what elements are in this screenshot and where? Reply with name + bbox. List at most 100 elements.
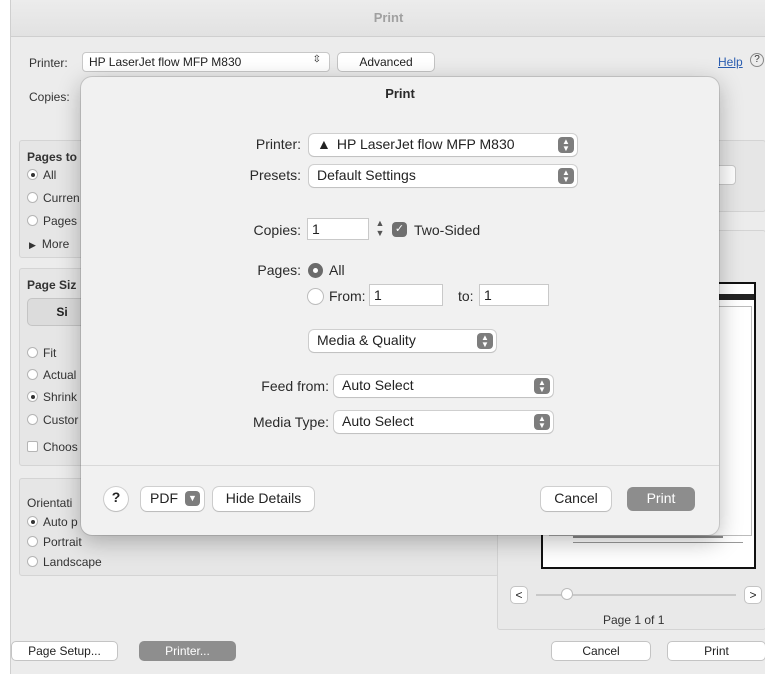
radio-label: Portrait — [43, 535, 82, 549]
radio-label: Actual — [43, 368, 77, 382]
printer-label: Printer: — [29, 56, 68, 70]
chevron-updown-icon: ▲ ▼ — [558, 168, 574, 184]
sizing-fit-radio[interactable]: Fit — [27, 346, 56, 360]
radio-label: Pages — [43, 214, 78, 228]
pages-from-field[interactable]: 1 — [369, 284, 443, 306]
preview-text-line — [573, 536, 723, 538]
printer-popup-value: HP LaserJet flow MFP M830 — [336, 136, 515, 152]
pages-label: Pages: — [257, 262, 301, 278]
media-type-popup-value: Auto Select — [342, 413, 414, 429]
warning-icon: ▲ — [317, 136, 331, 152]
pdf-button[interactable]: PDF ▼ — [141, 487, 204, 511]
page-slider-knob[interactable] — [561, 588, 573, 600]
sizing-actual-radio[interactable]: Actual — [27, 368, 76, 382]
bg-print-button[interactable]: Print — [667, 641, 765, 661]
presets-popup[interactable]: Default Settings ▲ ▼ — [309, 165, 577, 187]
pages-current-radio[interactable]: Curren — [27, 191, 80, 205]
page-indicator: Page 1 of 1 — [603, 613, 665, 627]
radio-icon — [27, 556, 38, 567]
cancel-button[interactable]: Cancel — [541, 487, 611, 511]
bg-cancel-button[interactable]: Cancel — [551, 641, 651, 661]
pages-from-radio[interactable] — [308, 289, 323, 304]
pages-all-radio[interactable]: All — [27, 168, 56, 182]
two-sided-label: Two-Sided — [414, 222, 481, 238]
radio-label: Curren — [43, 191, 80, 205]
section-popup-value: Media & Quality — [317, 332, 416, 348]
two-sided-checkbox[interactable]: ✓ — [392, 222, 407, 237]
presets-popup-value: Default Settings — [317, 167, 416, 183]
next-page-button[interactable]: > — [744, 586, 762, 604]
feed-from-popup[interactable]: Auto Select ▲ ▼ — [334, 375, 553, 397]
radio-label: Fit — [43, 346, 57, 360]
dialog-titlebar: Print — [11, 0, 765, 37]
radio-icon — [27, 414, 38, 425]
help-link[interactable]: Help — [718, 55, 743, 69]
help-button[interactable]: ? — [104, 487, 128, 511]
disclosure-label: More — [41, 237, 70, 251]
copies-stepper[interactable]: ▲ ▼ — [373, 218, 387, 240]
chevron-updown-icon: ⇳ — [312, 54, 321, 65]
pages-to-label: to: — [458, 288, 474, 304]
radio-icon — [27, 536, 38, 547]
pages-all-label: All — [329, 262, 345, 278]
chevron-updown-icon: ▲ ▼ — [534, 414, 550, 430]
print-sheet: Print Printer: ▲ HP LaserJet flow MFP M83… — [81, 77, 719, 535]
page-setup-button[interactable]: Page Setup... — [11, 641, 118, 661]
chevron-down-icon: ▼ — [185, 491, 200, 506]
radio-label: Shrink — [43, 390, 78, 404]
disclosure-triangle-icon: ▶ — [29, 240, 36, 250]
radio-icon — [27, 347, 38, 358]
printer-button[interactable]: Printer... — [139, 641, 236, 661]
sizing-custom-radio[interactable]: Custor — [27, 413, 78, 427]
printer-label: Printer: — [255, 136, 301, 152]
preview-text-line — [573, 542, 743, 543]
radio-label: Custor — [43, 413, 79, 427]
advanced-button[interactable]: Advanced — [337, 52, 435, 72]
radio-icon — [27, 169, 38, 180]
section-popup[interactable]: Media & Quality ▲ ▼ — [309, 330, 496, 352]
help-circle-icon[interactable]: ? — [750, 53, 764, 67]
radio-icon — [27, 215, 38, 226]
pdf-button-label: PDF — [150, 490, 178, 506]
prev-page-button[interactable]: < — [510, 586, 528, 604]
sizing-shrink-radio[interactable]: Shrink — [27, 390, 77, 404]
hide-details-button[interactable]: Hide Details — [213, 487, 314, 511]
chevron-updown-icon: ▲ ▼ — [558, 137, 574, 153]
checkbox-icon — [27, 441, 38, 452]
radio-label: All — [43, 168, 57, 182]
feed-from-label: Feed from: — [261, 378, 329, 394]
pages-to-print-heading: Pages to — [27, 150, 78, 164]
printer-select-value: HP LaserJet flow MFP M830 — [89, 55, 242, 69]
more-options-disclosure[interactable]: ▶ More — [29, 237, 69, 251]
print-button[interactable]: Print — [627, 487, 695, 511]
radio-icon — [27, 192, 38, 203]
chevron-updown-icon: ▲ ▼ — [534, 378, 550, 394]
pages-from-label: From: — [329, 288, 366, 304]
choose-paper-checkbox[interactable]: Choos — [27, 440, 78, 454]
printer-select[interactable]: HP LaserJet flow MFP M830 ⇳ — [82, 52, 330, 72]
pages-range-radio[interactable]: Pages — [27, 214, 77, 228]
sheet-title: Print — [385, 86, 415, 101]
media-type-popup[interactable]: Auto Select ▲ ▼ — [334, 411, 553, 433]
orientation-auto-radio[interactable]: Auto p — [27, 515, 78, 529]
orientation-portrait-radio[interactable]: Portrait — [27, 535, 82, 549]
media-type-label: Media Type: — [252, 414, 329, 430]
presets-label: Presets: — [249, 167, 301, 183]
copies-field[interactable]: 1 — [307, 218, 369, 240]
pages-all-radio[interactable] — [308, 263, 323, 278]
feed-from-popup-value: Auto Select — [342, 377, 414, 393]
radio-label: Auto p — [43, 515, 78, 529]
footer-divider — [81, 465, 719, 466]
orientation-landscape-radio[interactable]: Landscape — [27, 555, 102, 569]
radio-icon — [27, 391, 38, 402]
checkbox-label: Choos — [43, 440, 78, 454]
chevron-updown-icon: ▲ ▼ — [477, 333, 493, 349]
dialog-title: Print — [373, 10, 404, 25]
radio-icon — [27, 369, 38, 380]
pages-to-field[interactable]: 1 — [479, 284, 549, 306]
page-sizing-heading: Page Siz — [27, 278, 77, 292]
copies-label: Copies: — [29, 90, 70, 104]
radio-icon — [27, 516, 38, 527]
copies-label: Copies: — [253, 222, 301, 238]
printer-popup[interactable]: ▲ HP LaserJet flow MFP M830 ▲ ▼ — [309, 134, 577, 156]
